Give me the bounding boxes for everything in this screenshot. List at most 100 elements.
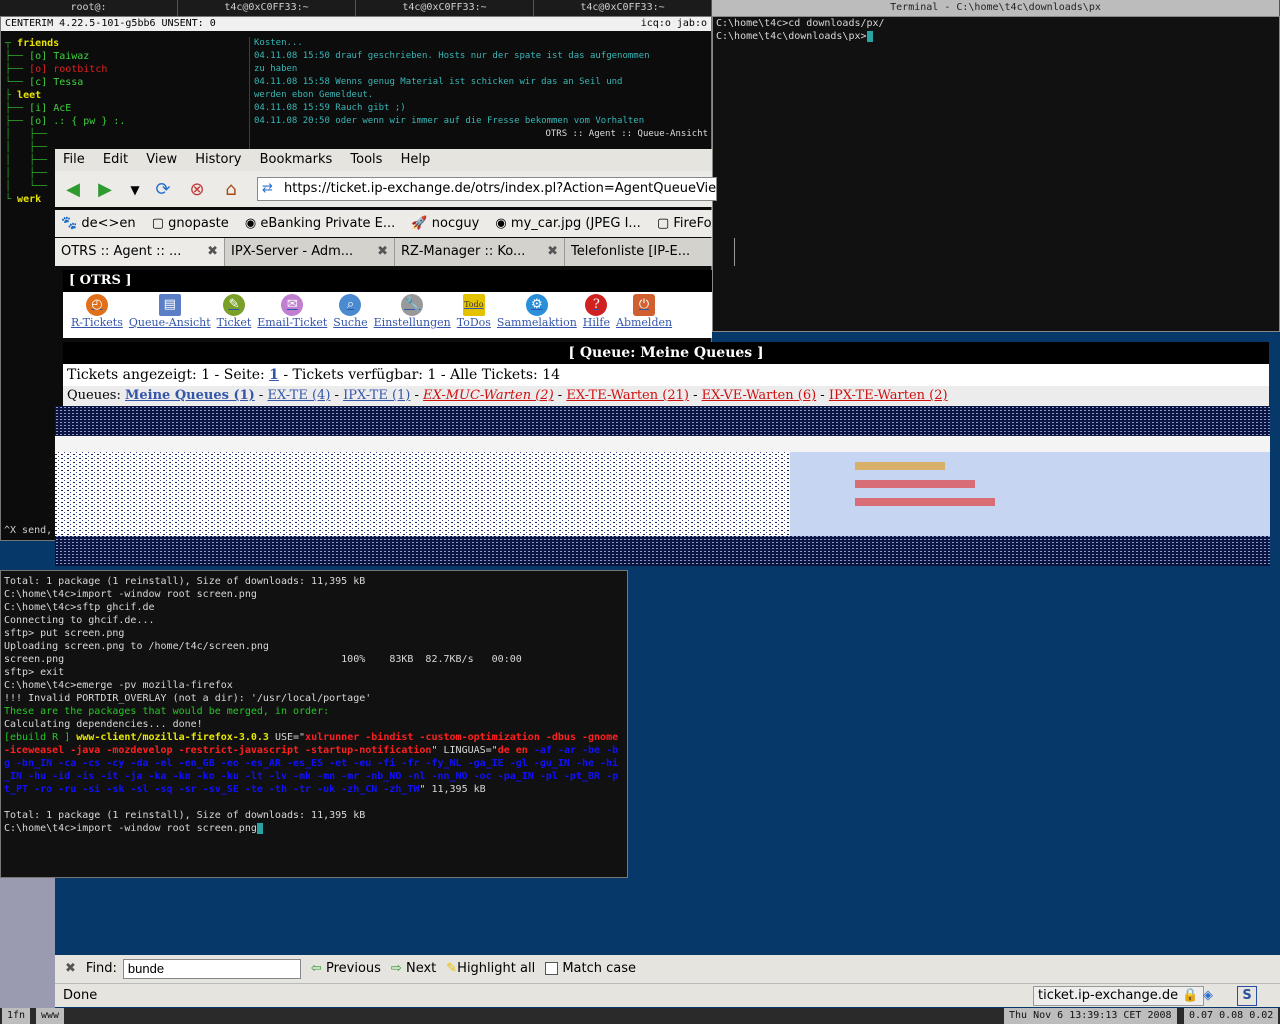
logout-icon: ⏻ — [633, 294, 656, 316]
nav-hilfe[interactable]: ? Hilfe — [583, 292, 610, 338]
tab-telefonliste[interactable]: Telefonliste [IP-E... — [565, 238, 735, 266]
cursor — [256, 822, 263, 834]
chat-line: werden ebon Gemeldeut. — [254, 90, 374, 100]
bookmark-item[interactable]: ◉ eBanking Private E... — [245, 216, 395, 231]
tab-rz-manager[interactable]: RZ-Manager :: Ko... ✖ — [395, 238, 565, 266]
window-icon: ▤ — [158, 294, 181, 316]
bookmark-item[interactable]: ▢ FireFox-Prefetc — [657, 216, 712, 231]
terminal-line: C:\home\t4c>import -window root screen.p… — [4, 589, 257, 600]
highlight-all-button[interactable]: ✎Highlight all — [446, 955, 535, 983]
nav-sammelaktion[interactable]: ⚙ Sammelaktion — [497, 292, 577, 338]
stop-icon[interactable]: ⊗ — [185, 178, 209, 202]
chat-line: 04.11.08 15:58 Wenns genug Material ist … — [254, 77, 623, 87]
checkbox[interactable] — [545, 962, 559, 975]
bookmark-item[interactable]: 🐾 de<>en — [61, 216, 136, 231]
contact-item[interactable]: └── [c] Tessa — [5, 76, 245, 89]
terminal-line: sftp> put screen.png — [4, 628, 125, 639]
nav-einstellungen[interactable]: 🔧 Einstellungen — [374, 292, 451, 338]
screen-tab-terminal[interactable]: Terminal - C:\home\t4c\downloads\px — [712, 0, 1280, 16]
contact-item[interactable]: ├── [o] Taiwaz — [5, 50, 245, 63]
menu-tools[interactable]: Tools — [350, 152, 382, 167]
nav-queue-ansicht[interactable]: ▤ Queue-Ansicht — [129, 292, 211, 338]
todo-icon: Todo — [462, 294, 485, 316]
terminal-line: C:\home\t4c>sftp ghcif.de — [4, 602, 155, 613]
close-icon[interactable]: ✖ — [207, 238, 218, 266]
terminal-bottom[interactable]: Total: 1 package (1 reinstall), Size of … — [0, 570, 628, 878]
status-host[interactable]: ticket.ip-exchange.de 🔒 — [1033, 986, 1204, 1006]
contact-item[interactable]: ├── [o] rootbitch — [5, 63, 245, 76]
chat-line: 04.11.08 15:50 drauf geschrieben. Hosts … — [254, 51, 650, 61]
find-input[interactable] — [122, 959, 301, 979]
queue-link[interactable]: IPX-TE (1) — [343, 388, 410, 403]
terminal-line: Total: 1 package (1 reinstall), Size of … — [4, 810, 366, 821]
queues-label: Queues: — [67, 388, 121, 403]
nav-todos[interactable]: Todo ToDos — [457, 292, 491, 338]
contact-item[interactable]: ├── [i] AcE — [5, 102, 245, 115]
screen-tab-4[interactable]: t4c@0xC0FF33:~ — [534, 0, 712, 16]
contact-group[interactable]: ┬ friends — [5, 37, 245, 50]
screen-window-1fn[interactable]: 1fn — [2, 1008, 31, 1024]
nav-abmelden[interactable]: ⏻ Abmelden — [616, 292, 672, 338]
firefox-navbar: ◀ ▶ ▼ ⟳ ⊗ ⌂ ⇄ https://ticket.ip-exchange… — [55, 171, 717, 207]
find-next-button[interactable]: ⇨ Next — [391, 955, 436, 983]
ticket-icon: ✎ — [222, 294, 245, 316]
nav-email-ticket[interactable]: ✉ Email-Ticket — [257, 292, 327, 338]
tree-branch: │ ├── — [5, 129, 48, 140]
reload-icon[interactable]: ⟳ — [151, 178, 175, 202]
terminal-right[interactable]: C:\home\t4c>cd downloads/px/ C:\home\t4c… — [712, 16, 1280, 332]
nav-suche[interactable]: ⌕ Suche — [333, 292, 368, 338]
queue-link[interactable]: EX-VE-Warten (6) — [702, 388, 817, 403]
home-icon[interactable]: ⌂ — [219, 178, 243, 202]
menu-edit[interactable]: Edit — [103, 152, 128, 167]
status-bar: Done ticket.ip-exchange.de 🔒 ◈ S — [55, 983, 1280, 1007]
match-case-toggle[interactable]: Match case — [545, 955, 636, 983]
bookmark-item[interactable]: ◉ my_car.jpg (JPEG I... — [495, 216, 640, 231]
screen-window-www[interactable]: www — [36, 1008, 65, 1024]
load-average: 0.07 0.08 0.02 — [1184, 1008, 1279, 1024]
close-find-icon[interactable]: ✖ — [65, 955, 76, 983]
menu-file[interactable]: File — [63, 152, 85, 167]
terminal-prompt: C:\home\t4c>import -window root screen.p… — [4, 822, 624, 835]
info-suffix: - Tickets verfügbar: 1 - Alle Tickets: 1… — [283, 367, 561, 383]
url-bar[interactable]: ⇄ https://ticket.ip-exchange.de/otrs/ind… — [257, 177, 717, 201]
menu-help[interactable]: Help — [401, 152, 431, 167]
bookmark-item[interactable]: ▢ gnopaste — [152, 216, 229, 231]
menu-bookmarks[interactable]: Bookmarks — [260, 152, 333, 167]
queue-link[interactable]: IPX-TE-Warten (2) — [829, 388, 948, 403]
url-text: https://ticket.ip-exchange.de/otrs/index… — [284, 181, 717, 196]
queue-link[interactable]: Meine Queues (1) — [125, 388, 255, 403]
contact-item[interactable]: ├── [o] .: { pw } :. — [5, 115, 245, 128]
corrupted-render-area — [55, 406, 1270, 566]
terminal-line: C:\home\t4c>cd downloads/px/ — [716, 18, 885, 29]
screen-tab-1[interactable]: root@: — [0, 0, 178, 16]
queue-link[interactable]: EX-MUC-Warten (2) — [423, 388, 554, 403]
find-previous-button[interactable]: ⇦ Previous — [311, 955, 381, 983]
screen-tab-2[interactable]: t4c@0xC0FF33:~ — [178, 0, 356, 16]
nav-ticket[interactable]: ✎ Ticket — [217, 292, 251, 338]
close-icon[interactable]: ✖ — [547, 238, 558, 266]
tab-ipx-server[interactable]: IPX-Server - Adm... ✖ — [225, 238, 395, 266]
page-link[interactable]: 1 — [269, 367, 279, 383]
chat-line: Kosten... — [254, 38, 303, 48]
extension-s-icon[interactable]: S — [1237, 986, 1257, 1006]
clock: Thu Nov 6 13:39:13 CET 2008 — [1004, 1008, 1177, 1024]
screen-tab-3[interactable]: t4c@0xC0FF33:~ — [356, 0, 534, 16]
menu-view[interactable]: View — [146, 152, 177, 167]
contact-group[interactable]: ├ leet — [5, 89, 245, 102]
close-icon[interactable]: ✖ — [377, 238, 388, 266]
chat-log: Kosten... 04.11.08 15:50 drauf geschrieb… — [249, 37, 714, 149]
back-icon[interactable]: ◀ — [61, 178, 85, 202]
forward-icon[interactable]: ▶ — [93, 178, 117, 202]
lock-icon: 🔒 — [1182, 988, 1199, 1003]
site-identity-icon[interactable]: ⇄ — [262, 178, 273, 200]
nav-r-tickets[interactable]: ◴ R-Tickets — [71, 292, 123, 338]
info-prefix: Tickets angezeigt: 1 - Seite: — [67, 367, 265, 383]
tab-otrs[interactable]: OTRS :: Agent :: ... ✖ — [55, 238, 225, 266]
queue-link[interactable]: EX-TE-Warten (21) — [566, 388, 689, 403]
history-dropdown-icon[interactable]: ▼ — [123, 178, 147, 202]
addon-icon[interactable]: ◈ — [1203, 984, 1213, 1008]
queue-link[interactable]: EX-TE (4) — [267, 388, 330, 403]
bookmark-item[interactable]: 🚀 nocguy — [411, 216, 479, 231]
browser-tabbar: OTRS :: Agent :: ... ✖ IPX-Server - Adm..… — [55, 238, 735, 266]
menu-history[interactable]: History — [195, 152, 241, 167]
